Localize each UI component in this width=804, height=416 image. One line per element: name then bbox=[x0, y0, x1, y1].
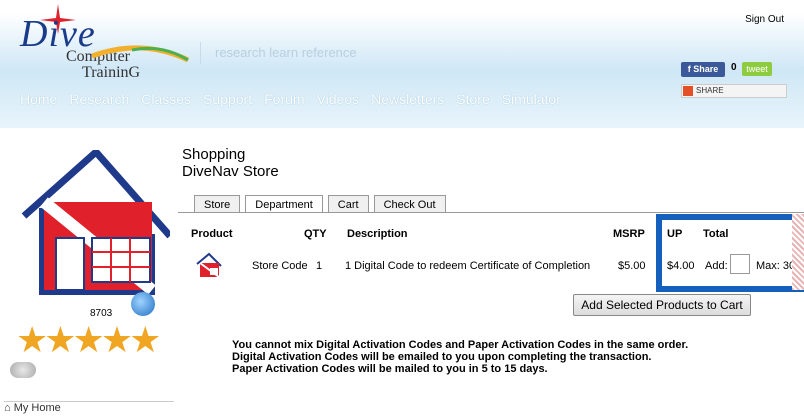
store-house-icon bbox=[21, 150, 170, 295]
nav-simulator[interactable]: Simulator bbox=[502, 91, 561, 107]
logo-swoosh-icon bbox=[92, 45, 190, 63]
tab-check-out[interactable]: Check Out bbox=[373, 195, 446, 213]
nav-research[interactable]: Research bbox=[69, 91, 129, 107]
highlight-box bbox=[656, 214, 804, 292]
nav-classes[interactable]: Classes bbox=[141, 91, 191, 107]
tab-divider bbox=[178, 212, 804, 213]
notice-line: You cannot mix Digital Activation Codes … bbox=[232, 339, 689, 351]
product-msrp: $5.00 bbox=[618, 260, 646, 272]
main-nav: Home Research Classes Support Forum Vide… bbox=[20, 91, 573, 107]
tab-cart[interactable]: Cart bbox=[327, 195, 369, 213]
addthis-share-bar[interactable]: SHARE bbox=[681, 84, 787, 98]
notice-line: Paper Activation Codes will be mailed to… bbox=[232, 363, 548, 375]
tab-store[interactable]: Store bbox=[194, 195, 241, 213]
col-description: Description bbox=[347, 228, 408, 240]
tagline: research learn reference bbox=[200, 42, 357, 64]
nav-videos[interactable]: Videos bbox=[317, 91, 360, 107]
my-home-link[interactable]: ⌂ My Home bbox=[4, 401, 174, 416]
home-icon: ⌂ bbox=[4, 402, 14, 414]
site-header: Dive Computer TraininG research learn re… bbox=[0, 0, 804, 128]
nav-support[interactable]: Support bbox=[203, 91, 252, 107]
share-count: 0 bbox=[731, 62, 737, 73]
order-notice: You cannot mix Digital Activation Codes … bbox=[232, 339, 688, 375]
addthis-icon bbox=[683, 85, 693, 96]
sign-out-link[interactable]: Sign Out bbox=[745, 14, 784, 25]
scroll-edge bbox=[792, 214, 804, 290]
share-bar-label: SHARE bbox=[696, 86, 724, 95]
product-qty: 1 bbox=[316, 260, 323, 272]
pill-button[interactable] bbox=[10, 362, 36, 378]
share-label: Share bbox=[693, 64, 719, 74]
tab-department[interactable]: Department bbox=[245, 195, 323, 213]
visitor-count: 8703 bbox=[90, 308, 113, 319]
globe-badge-icon bbox=[131, 292, 155, 316]
facebook-share-button[interactable]: f Share bbox=[681, 62, 725, 77]
my-home-label: My Home bbox=[13, 402, 61, 414]
store-tabs: Store Department Cart Check Out bbox=[194, 195, 451, 213]
col-msrp: MSRP bbox=[613, 228, 645, 240]
nav-forum[interactable]: Forum bbox=[264, 91, 304, 107]
col-product: Product bbox=[191, 228, 233, 240]
nav-home[interactable]: Home bbox=[20, 91, 57, 107]
nav-newsletters[interactable]: Newsletters bbox=[371, 91, 444, 107]
page-title: Shopping bbox=[182, 146, 246, 163]
tweet-button[interactable]: tweet bbox=[742, 62, 772, 76]
add-to-cart-button[interactable]: Add Selected Products to Cart bbox=[573, 294, 751, 316]
notice-line: Digital Activation Codes will be emailed… bbox=[232, 351, 652, 363]
product-thumbnail-icon bbox=[196, 252, 222, 278]
product-code: Store Code bbox=[252, 260, 308, 272]
rating-stars: ★★★★★ bbox=[16, 319, 161, 360]
product-description: 1 Digital Code to redeem Certificate of … bbox=[345, 260, 591, 272]
nav-store[interactable]: Store bbox=[456, 91, 489, 107]
col-qty: QTY bbox=[304, 228, 327, 240]
store-name: DiveNav Store bbox=[182, 163, 279, 180]
dive-computer-training-logo[interactable]: Dive Computer TraininG bbox=[8, 4, 198, 82]
